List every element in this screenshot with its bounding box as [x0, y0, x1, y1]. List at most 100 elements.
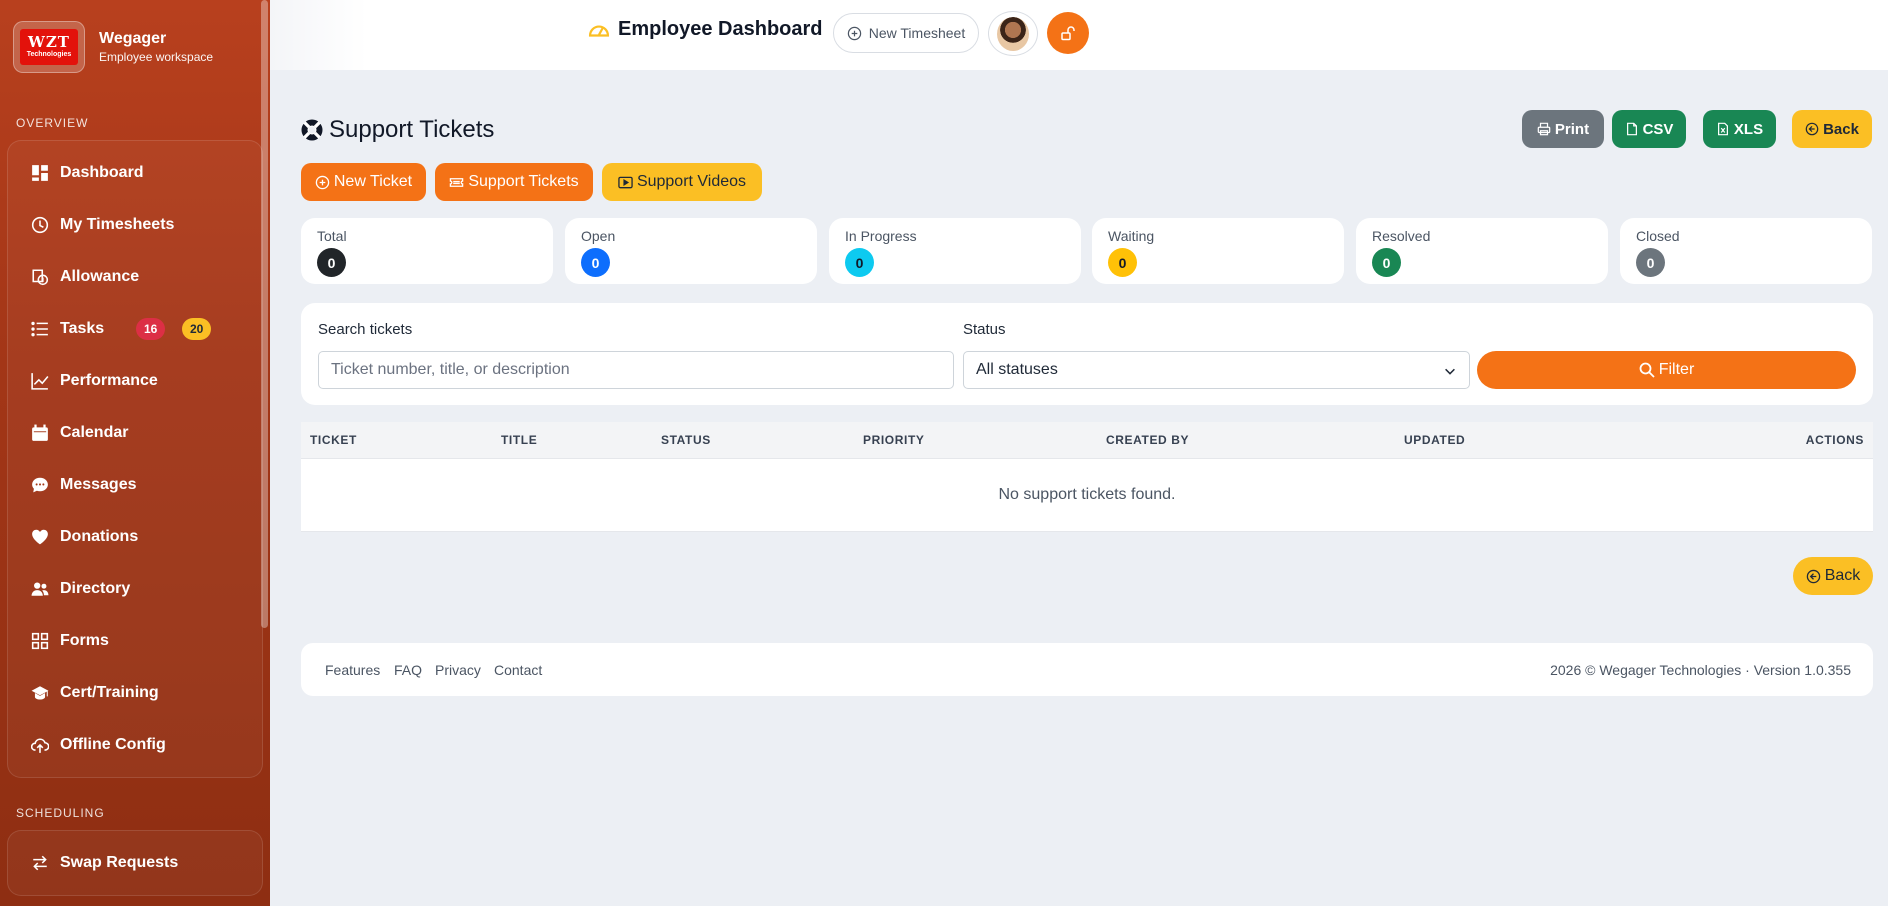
- overview-group: Dashboard My Timesheets Allowance Tasks …: [7, 140, 263, 778]
- chat-icon: [32, 477, 48, 493]
- stat-resolved: Resolved 0: [1356, 218, 1608, 284]
- column-header[interactable]: STATUS: [661, 433, 711, 447]
- footer-copyright: 2026 © Wegager Technologies · Version 1.…: [1550, 662, 1851, 678]
- people-icon: [31, 582, 49, 596]
- plus-circle-icon: [315, 175, 330, 189]
- sidebar-item-label: Performance: [60, 372, 158, 389]
- chevron-down-icon: [1445, 368, 1455, 375]
- support-videos-label: Support Videos: [636, 173, 747, 190]
- logo-line1: WZT: [28, 33, 70, 51]
- scheduling-group: Swap Requests: [7, 830, 263, 896]
- status-select[interactable]: All statuses: [963, 351, 1470, 389]
- stat-label: Total: [317, 228, 347, 244]
- stat-value: 0: [1372, 248, 1401, 277]
- sidebar-item-swap-requests[interactable]: Swap Requests: [8, 837, 262, 889]
- ticket-icon: [450, 177, 464, 187]
- column-header[interactable]: CREATED BY: [1106, 433, 1189, 447]
- sidebar: WZT Technologies Wegager Employee worksp…: [0, 0, 270, 906]
- sidebar-item-cert-training[interactable]: Cert/Training: [8, 667, 262, 719]
- xls-button[interactable]: XLS: [1703, 110, 1776, 148]
- footer-link-privacy[interactable]: Privacy: [435, 662, 481, 678]
- sidebar-item-offline-config[interactable]: Offline Config: [8, 719, 262, 771]
- sidebar-scrollbar[interactable]: [261, 0, 268, 628]
- topbar-title: Employee Dashboard: [588, 18, 823, 41]
- list-icon: [31, 321, 48, 337]
- stat-waiting: Waiting 0: [1092, 218, 1344, 284]
- topbar-title-text: Employee Dashboard: [618, 18, 823, 40]
- section-overview-label: OVERVIEW: [16, 116, 89, 130]
- avatar[interactable]: [988, 11, 1038, 56]
- filter-panel: Search tickets Status All statuses Filte…: [301, 303, 1873, 405]
- csv-button[interactable]: CSV: [1612, 110, 1686, 148]
- filter-button[interactable]: Filter: [1477, 351, 1856, 389]
- back-button-top[interactable]: Back: [1792, 110, 1872, 148]
- page-title-text: Support Tickets: [329, 116, 495, 143]
- back-label: Back: [1824, 567, 1861, 584]
- sidebar-item-label: Allowance: [60, 268, 140, 285]
- back-button-bottom[interactable]: Back: [1793, 557, 1873, 595]
- status-label: Status: [963, 321, 1006, 338]
- speedometer-icon: [588, 24, 610, 37]
- footer-link-faq[interactable]: FAQ: [394, 662, 422, 678]
- brand-logo: WZT Technologies: [13, 21, 85, 73]
- print-button[interactable]: Print: [1522, 110, 1604, 148]
- sidebar-item-dashboard[interactable]: Dashboard: [8, 147, 262, 199]
- section-scheduling-label: SCHEDULING: [16, 806, 105, 820]
- stat-value: 0: [1108, 248, 1137, 277]
- support-tickets-button[interactable]: Support Tickets: [435, 163, 593, 201]
- support-videos-button[interactable]: Support Videos: [602, 163, 762, 201]
- printer-icon: [1537, 122, 1551, 136]
- brand[interactable]: WZT Technologies Wegager Employee worksp…: [0, 0, 270, 74]
- new-ticket-button[interactable]: New Ticket: [301, 163, 426, 201]
- column-header[interactable]: TICKET: [310, 433, 357, 447]
- search-input[interactable]: [318, 351, 954, 389]
- sidebar-item-forms[interactable]: Forms: [8, 615, 262, 667]
- main-content: Support Tickets Print CSV XLS Back New T…: [270, 70, 1888, 906]
- sidebar-item-donations[interactable]: Donations: [8, 511, 262, 563]
- stat-value: 0: [581, 248, 610, 277]
- arrow-left-circle-icon: [1806, 569, 1820, 583]
- calendar-icon: [32, 424, 48, 441]
- footer-link-contact[interactable]: Contact: [494, 662, 542, 678]
- sidebar-item-directory[interactable]: Directory: [8, 563, 262, 615]
- stat-closed: Closed 0: [1620, 218, 1872, 284]
- stat-in-progress: In Progress 0: [829, 218, 1081, 284]
- tasks-badge-yellow: 20: [182, 318, 212, 340]
- arrow-left-circle-icon: [1805, 122, 1819, 136]
- column-header[interactable]: UPDATED: [1404, 433, 1465, 447]
- sidebar-item-label: Forms: [60, 632, 109, 649]
- sidebar-item-tasks[interactable]: Tasks 16 20: [8, 303, 262, 355]
- clock-icon: [31, 216, 49, 234]
- filter-label: Filter: [1658, 361, 1695, 378]
- table-header: TICKET TITLE STATUS PRIORITY CREATED BY …: [301, 422, 1873, 459]
- sidebar-item-label: Cert/Training: [60, 684, 159, 701]
- stat-label: Resolved: [1372, 228, 1431, 244]
- column-header[interactable]: PRIORITY: [863, 433, 924, 447]
- stat-label: Waiting: [1108, 228, 1155, 244]
- search-label: Search tickets: [318, 321, 413, 338]
- sidebar-item-my-timesheets[interactable]: My Timesheets: [8, 199, 262, 251]
- sidebar-item-label: Tasks: [60, 320, 105, 337]
- sidebar-item-label: Messages: [60, 476, 137, 493]
- brand-subtitle: Employee workspace: [99, 50, 214, 64]
- file-excel-icon: [1717, 122, 1728, 136]
- allowance-icon: [32, 269, 49, 286]
- stat-label: Closed: [1636, 228, 1680, 244]
- sidebar-item-messages[interactable]: Messages: [8, 459, 262, 511]
- status-select-value: All statuses: [976, 361, 1058, 378]
- sidebar-item-label: Donations: [60, 528, 139, 545]
- unlock-icon: [1061, 26, 1075, 41]
- sidebar-item-label: Swap Requests: [60, 854, 179, 871]
- sidebar-item-label: Dashboard: [60, 164, 144, 181]
- tasks-badge-red: 16: [136, 318, 166, 340]
- support-tickets-label: Support Tickets: [468, 173, 579, 190]
- column-header[interactable]: TITLE: [501, 433, 537, 447]
- sidebar-item-performance[interactable]: Performance: [8, 355, 262, 407]
- new-timesheet-button[interactable]: New Timesheet: [833, 13, 979, 53]
- new-timesheet-label: New Timesheet: [868, 25, 966, 41]
- footer-link-features[interactable]: Features: [325, 662, 380, 678]
- empty-state: No support tickets found.: [301, 459, 1873, 532]
- sidebar-item-calendar[interactable]: Calendar: [8, 407, 262, 459]
- sidebar-item-allowance[interactable]: Allowance: [8, 251, 262, 303]
- unlock-button[interactable]: [1047, 12, 1089, 54]
